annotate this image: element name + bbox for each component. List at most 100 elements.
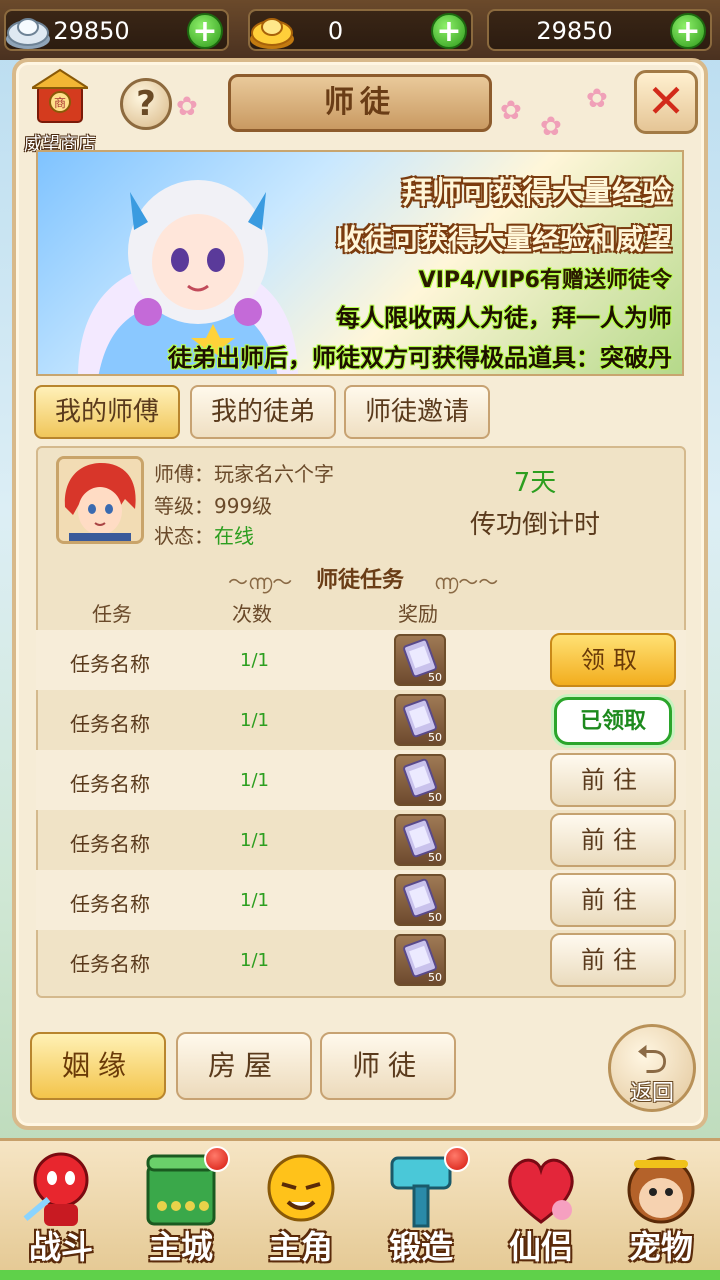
master-status-row: 状态：在线 xyxy=(154,520,254,549)
task-name: 任务名称 xyxy=(70,712,150,736)
column-task: 任务 xyxy=(92,602,132,626)
master-name-row: 师傅：玩家名六个字 xyxy=(154,458,334,487)
nav-battle-label: 战斗 xyxy=(28,1228,93,1266)
master-level-row: 等级：999级 xyxy=(154,490,272,519)
goto-button[interactable]: 前往 xyxy=(550,753,676,807)
reward-qty: 50 xyxy=(428,971,442,984)
blossom-decoration: ✿ xyxy=(540,112,562,142)
nav-battle[interactable]: 战斗 xyxy=(6,1142,116,1270)
blossom-decoration: ✿ xyxy=(586,84,608,114)
master-name: 玩家名六个字 xyxy=(214,462,334,486)
gold-value: 0 xyxy=(327,17,344,45)
pet-icon xyxy=(627,1156,695,1224)
shop-icon: 商 xyxy=(32,68,88,123)
column-reward: 奖励 xyxy=(398,602,438,626)
nav-partner-label: 仙侣 xyxy=(508,1228,573,1266)
task-row: 任务名称 1/1 50 前往 xyxy=(36,750,686,810)
banner-line-3: VIP4/VIP6有赠送师徒令 xyxy=(418,268,672,293)
silver-value: 29850 xyxy=(53,17,130,45)
master-status: 在线 xyxy=(214,524,254,548)
column-count: 次数 xyxy=(232,602,272,626)
section-ornament-right: ൬〜〜 xyxy=(434,570,499,594)
third-value: 29850 xyxy=(536,17,613,45)
reward-item[interactable]: 50 xyxy=(394,754,446,806)
third-currency: 29850 + xyxy=(487,9,712,51)
task-row: 任务名称 1/1 50 前往 xyxy=(36,870,686,930)
reward-item[interactable]: 50 xyxy=(394,874,446,926)
claim-button[interactable]: 领取 xyxy=(550,633,676,687)
silver-currency: 29850 + xyxy=(4,9,229,51)
tab-my-apprentice[interactable]: 我的徒弟 xyxy=(190,385,336,439)
task-count: 1/1 xyxy=(240,890,269,911)
task-name: 任务名称 xyxy=(70,772,150,796)
help-button[interactable]: ? xyxy=(120,78,172,130)
close-icon: ✕ xyxy=(646,74,686,128)
notification-dot xyxy=(204,1146,230,1172)
tab-house[interactable]: 房屋 xyxy=(176,1032,312,1100)
reward-qty: 50 xyxy=(428,911,442,924)
nav-hero[interactable]: 主角 xyxy=(246,1142,356,1270)
reward-item[interactable]: 50 xyxy=(394,694,446,746)
add-silver-button[interactable]: + xyxy=(187,13,223,49)
goto-button[interactable]: 前往 xyxy=(550,873,676,927)
master-name-label: 师傅： xyxy=(154,462,214,486)
tab-marriage[interactable]: 姻缘 xyxy=(30,1032,166,1100)
prestige-shop-button[interactable]: 商 威望商店 xyxy=(12,66,108,158)
task-count: 1/1 xyxy=(240,770,269,791)
task-count: 1/1 xyxy=(240,650,269,671)
claimed-stamp: 已领取 xyxy=(554,697,672,745)
blossom-decoration: ✿ xyxy=(500,96,522,126)
banner-line-2: 收徒可获得大量经验和威望 xyxy=(335,223,672,256)
nav-pet[interactable]: 宠物 xyxy=(606,1142,716,1270)
reward-item[interactable]: 50 xyxy=(394,934,446,986)
task-row: 任务名称 1/1 50 前往 xyxy=(36,810,686,870)
tab-my-master[interactable]: 我的师傅 xyxy=(34,385,180,439)
notification-dot xyxy=(444,1146,470,1172)
task-name: 任务名称 xyxy=(70,832,150,856)
hero-icon xyxy=(267,1154,335,1222)
reward-qty: 50 xyxy=(428,851,442,864)
back-button[interactable]: ⮌ 返回 xyxy=(608,1024,696,1112)
reward-qty: 50 xyxy=(428,671,442,684)
nav-main-city[interactable]: 主城 xyxy=(126,1142,236,1270)
nav-pet-label: 宠物 xyxy=(628,1228,693,1266)
nav-hero-label: 主角 xyxy=(268,1228,333,1266)
add-third-button[interactable]: + xyxy=(670,13,706,49)
blossom-decoration: ✿ xyxy=(176,92,198,122)
panel-title-plate: 师徒 xyxy=(228,74,492,132)
countdown-label: 传功倒计时 xyxy=(469,510,600,540)
task-row: 任务名称 1/1 50 领取 xyxy=(36,630,686,690)
nav-forge[interactable]: 锻造 xyxy=(366,1142,476,1270)
goto-button[interactable]: 前往 xyxy=(550,933,676,987)
banner-line-1: 拜师可获得大量经验 xyxy=(402,176,672,211)
goto-button[interactable]: 前往 xyxy=(550,813,676,867)
countdown-days: 7天 xyxy=(513,468,557,498)
master-level: 999级 xyxy=(214,494,273,518)
info-banner: 拜师可获得大量经验 收徒可获得大量经验和威望 VIP4/VIP6有赠送师徒令 每… xyxy=(36,150,684,376)
task-row: 任务名称 1/1 50 前往 xyxy=(36,930,686,990)
back-label: 返回 xyxy=(629,1081,674,1106)
master-avatar[interactable] xyxy=(56,456,144,544)
svg-text:商: 商 xyxy=(54,95,66,110)
reward-item[interactable]: 50 xyxy=(394,814,446,866)
task-name: 任务名称 xyxy=(70,652,150,676)
banner-line-5: 徒弟出师后，师徒双方可获得极品道具：突破丹 xyxy=(168,344,672,372)
panel-title: 师徒 xyxy=(324,85,396,120)
close-button[interactable]: ✕ xyxy=(634,70,698,134)
nav-partner[interactable]: 仙侣 xyxy=(486,1142,596,1270)
bottom-progress-bar xyxy=(0,1270,720,1280)
task-row: 任务名称 1/1 50 已领取 xyxy=(36,690,686,750)
tasks-section-title: 师徒任务 xyxy=(315,568,404,593)
nav-forge-label: 锻造 xyxy=(388,1228,453,1266)
task-count: 1/1 xyxy=(240,950,269,971)
tab-invitation[interactable]: 师徒邀请 xyxy=(344,385,490,439)
nav-main-city-label: 主城 xyxy=(148,1228,213,1266)
tab-master-apprentice[interactable]: 师徒 xyxy=(320,1032,456,1100)
reward-qty: 50 xyxy=(428,791,442,804)
reward-item[interactable]: 50 xyxy=(394,634,446,686)
battle-icon xyxy=(23,1152,89,1226)
task-count: 1/1 xyxy=(240,830,269,851)
master-portrait xyxy=(59,459,141,541)
add-gold-button[interactable]: + xyxy=(431,13,467,49)
master-level-label: 等级： xyxy=(154,494,214,518)
